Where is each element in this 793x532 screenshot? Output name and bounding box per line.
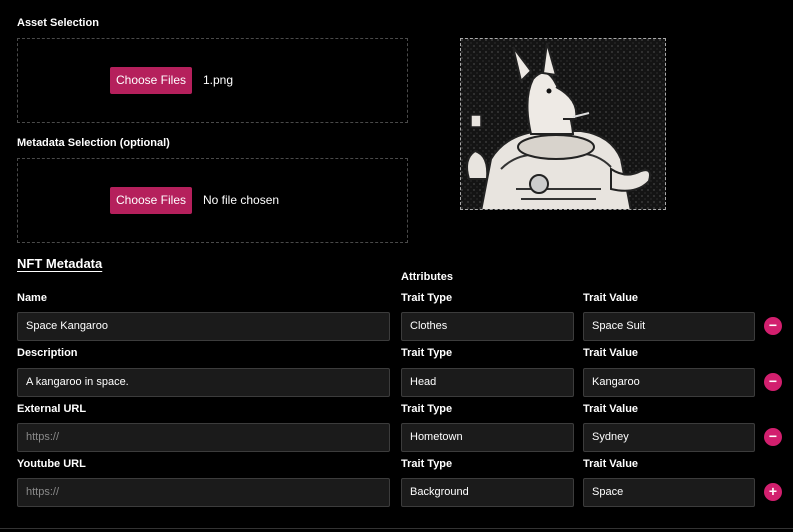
name-input[interactable]: Space Kangaroo [17, 312, 390, 341]
description-label: Description [17, 347, 78, 359]
asset-choose-files-button[interactable]: Choose Files [110, 67, 192, 94]
trait-value-label: Trait Value [583, 347, 639, 359]
asset-dropzone[interactable]: Choose Files 1.png [17, 38, 408, 123]
asset-file-name: 1.png [203, 73, 234, 87]
trait-type-input[interactable]: Background [401, 478, 574, 507]
external-url-label: External URL [17, 403, 87, 415]
metadata-file-name: No file chosen [203, 193, 280, 207]
trait-type-input[interactable]: Clothes [401, 312, 574, 341]
trait-value-label: Trait Value [583, 292, 639, 304]
remove-attribute-button[interactable]: − [764, 373, 782, 391]
trait-value-input[interactable]: Sydney [583, 423, 755, 452]
trait-value-input[interactable]: Space Suit [583, 312, 755, 341]
metadata-selection-label: Metadata Selection (optional) [17, 137, 170, 149]
remove-attribute-button[interactable]: − [764, 317, 782, 335]
trait-value-input[interactable]: Space [583, 478, 755, 507]
trait-value-input[interactable]: Kangaroo [583, 368, 755, 397]
add-attribute-button[interactable]: + [764, 483, 782, 501]
trait-value-label: Trait Value [583, 403, 639, 415]
trait-type-label: Trait Type [401, 292, 453, 304]
trait-value-label: Trait Value [583, 458, 639, 470]
description-input[interactable]: A kangaroo in space. [17, 368, 390, 397]
trait-type-input[interactable]: Hometown [401, 423, 574, 452]
youtube-url-input[interactable]: https:// [17, 478, 390, 507]
nft-metadata-heading: NFT Metadata [17, 256, 103, 271]
trait-type-input[interactable]: Head [401, 368, 574, 397]
metadata-choose-files-button[interactable]: Choose Files [110, 187, 192, 214]
trait-type-label: Trait Type [401, 403, 453, 415]
trait-type-label: Trait Type [401, 347, 453, 359]
remove-attribute-button[interactable]: − [764, 428, 782, 446]
asset-selection-label: Asset Selection [17, 17, 99, 29]
attributes-label: Attributes [401, 271, 453, 283]
space-kangaroo-image [461, 39, 665, 209]
external-url-input[interactable]: https:// [17, 423, 390, 452]
divider [0, 528, 793, 529]
asset-preview-image [460, 38, 666, 210]
metadata-dropzone[interactable]: Choose Files No file chosen [17, 158, 408, 243]
youtube-url-label: Youtube URL [17, 458, 86, 470]
name-label: Name [17, 292, 47, 304]
trait-type-label: Trait Type [401, 458, 453, 470]
